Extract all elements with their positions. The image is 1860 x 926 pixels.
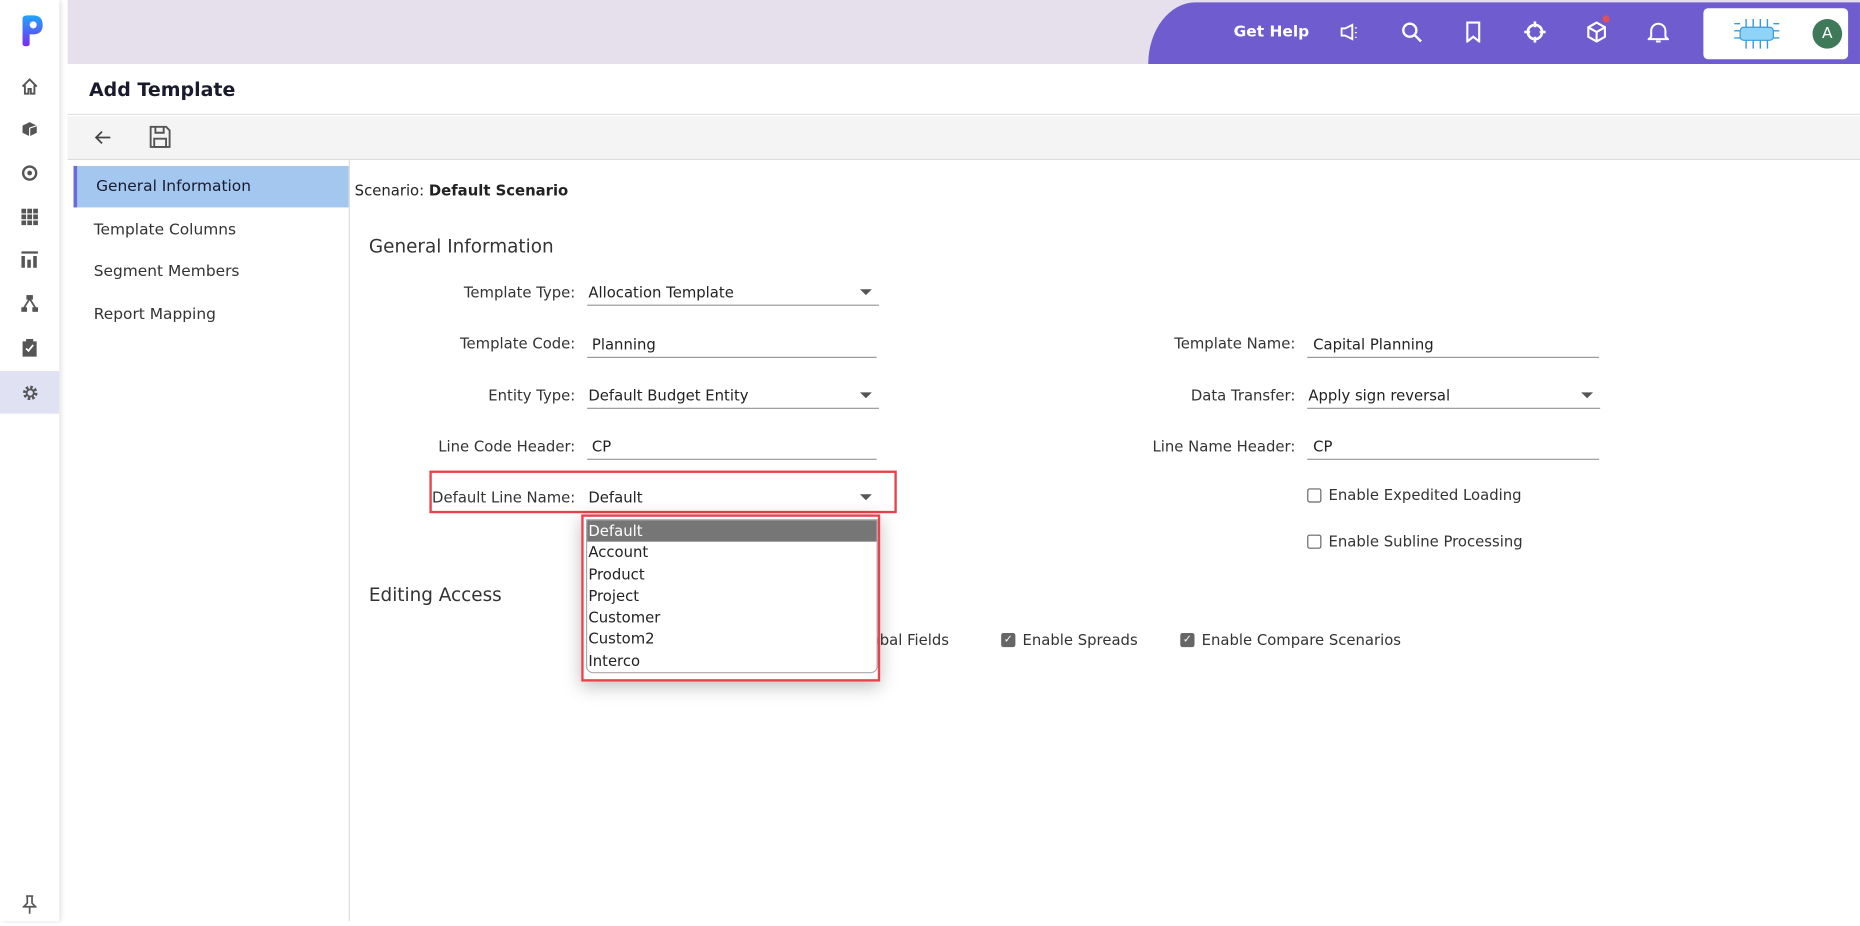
back-arrow-icon[interactable] — [94, 128, 113, 152]
bookmark-icon[interactable] — [1460, 19, 1486, 45]
line-name-header-input[interactable]: CP — [1307, 434, 1599, 460]
expedited-loading-label: Enable Expedited Loading — [1328, 485, 1522, 504]
megaphone-icon[interactable] — [1337, 19, 1363, 45]
expedited-loading-option[interactable]: Enable Expedited Loading — [1307, 485, 1522, 504]
divider — [348, 160, 350, 921]
template-code-label: Template Code: — [459, 334, 576, 353]
cube-notification-icon[interactable] — [1584, 15, 1610, 45]
template-name-label: Template Name: — [1174, 334, 1296, 353]
compare-scenarios-label: Enable Compare Scenarios — [1201, 630, 1402, 649]
app-logo[interactable] — [19, 14, 45, 52]
grid-icon[interactable] — [0, 196, 59, 239]
template-type-select[interactable]: Allocation Template — [587, 280, 879, 306]
bell-icon[interactable] — [1645, 19, 1671, 45]
get-help-link[interactable]: Get Help — [1234, 24, 1310, 42]
entity-type-select[interactable]: Default Budget Entity — [587, 383, 879, 409]
home-icon[interactable] — [0, 65, 59, 108]
cube-icon[interactable] — [0, 108, 59, 151]
hierarchy-icon[interactable] — [0, 282, 59, 325]
template-code-input[interactable]: Planning — [587, 332, 877, 358]
default-line-name-label: Default Line Name: — [432, 488, 576, 507]
data-transfer-label: Data Transfer: — [1190, 386, 1296, 405]
chevron-down-icon — [859, 493, 872, 500]
nav-template-columns[interactable]: Template Columns — [74, 210, 349, 251]
chevron-down-icon — [859, 289, 872, 296]
entity-type-value: Default Budget Entity — [588, 386, 749, 405]
line-code-header-label: Line Code Header: — [438, 437, 576, 456]
app-rail — [0, 0, 60, 921]
spreads-checkbox[interactable]: ✓ — [1001, 632, 1016, 647]
save-icon[interactable] — [149, 125, 171, 153]
default-line-name-select[interactable]: Default — [587, 484, 879, 510]
chevron-down-icon — [1581, 392, 1594, 399]
default-line-name-value: Default — [588, 487, 643, 506]
spreads-label: Enable Spreads — [1022, 630, 1138, 649]
expedited-loading-checkbox[interactable] — [1307, 487, 1322, 502]
global-fields-label: obal Fields — [870, 630, 950, 649]
scenario-value: Default Scenario — [428, 181, 569, 200]
spreads-option[interactable]: ✓ Enable Spreads — [1001, 630, 1138, 649]
global-fields-option[interactable]: obal Fields — [871, 631, 949, 649]
line-code-header-input[interactable]: CP — [587, 434, 877, 460]
data-transfer-value: Apply sign reversal — [1308, 386, 1451, 405]
compare-scenarios-option[interactable]: ✓ Enable Compare Scenarios — [1180, 630, 1402, 649]
template-name-input[interactable]: Capital Planning — [1307, 332, 1599, 358]
scenario-info: Scenario: Default Scenario — [355, 181, 569, 199]
gear-icon[interactable] — [0, 370, 60, 414]
target-icon[interactable] — [0, 152, 59, 195]
section-heading-editing: Editing Access — [368, 584, 502, 606]
subline-processing-label: Enable Subline Processing — [1328, 532, 1523, 550]
dropdown-highlight-box — [581, 514, 881, 682]
notification-dot — [1602, 15, 1610, 23]
template-type-label: Template Type: — [463, 283, 576, 302]
entity-type-label: Entity Type: — [488, 386, 576, 405]
title-bar — [67, 65, 1860, 115]
clipboard-check-icon[interactable] — [0, 326, 59, 369]
pin-icon[interactable] — [0, 883, 59, 926]
data-transfer-select[interactable]: Apply sign reversal — [1307, 383, 1601, 409]
nav-general-information[interactable]: General Information — [73, 165, 349, 208]
tenant-logo-icon — [1729, 17, 1784, 57]
avatar[interactable]: A — [1812, 18, 1843, 49]
nav-report-mapping[interactable]: Report Mapping — [74, 294, 349, 335]
subline-processing-checkbox[interactable] — [1307, 533, 1322, 549]
subline-processing-option[interactable]: Enable Subline Processing — [1307, 532, 1523, 550]
compare-scenarios-checkbox[interactable]: ✓ — [1180, 632, 1195, 647]
chevron-down-icon — [859, 392, 872, 399]
nav-segment-members[interactable]: Segment Members — [74, 251, 349, 292]
report-icon[interactable] — [0, 238, 59, 281]
section-heading-general: General Information — [368, 235, 554, 258]
search-icon[interactable] — [1399, 19, 1425, 45]
scenario-label: Scenario: — [354, 181, 425, 200]
template-type-value: Allocation Template — [588, 283, 734, 302]
page-title: Add Template — [88, 78, 236, 101]
crosshair-icon[interactable] — [1522, 19, 1548, 45]
line-name-header-label: Line Name Header: — [1152, 437, 1296, 456]
toolbar — [67, 116, 1860, 161]
